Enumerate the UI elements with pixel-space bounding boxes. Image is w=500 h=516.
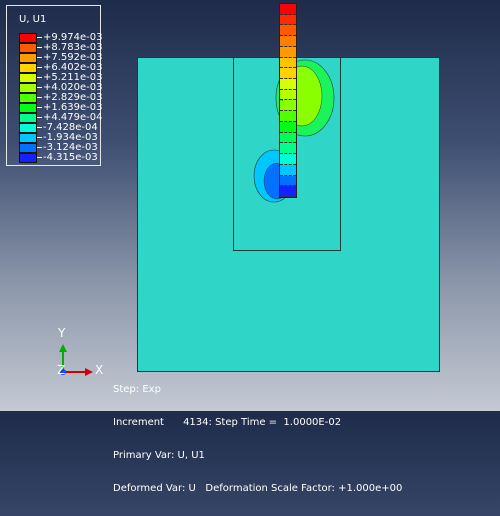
primary-var-value: U, U1 xyxy=(177,450,205,461)
rod-element xyxy=(280,79,296,90)
rod-element xyxy=(280,46,296,58)
axis-triad: Y Z X xyxy=(45,320,115,390)
rod-element xyxy=(280,164,296,176)
rod-element xyxy=(280,14,296,26)
rod-element xyxy=(280,111,296,122)
axis-y-label: Y xyxy=(58,326,66,340)
rod-element xyxy=(280,68,296,80)
rod-element xyxy=(280,100,296,112)
rod-element xyxy=(280,186,296,197)
step-time-label: Step Time = xyxy=(215,417,278,428)
deformed-rod[interactable] xyxy=(279,3,297,198)
rod-element xyxy=(280,25,296,37)
axis-x-label: X xyxy=(95,363,104,377)
step-value: Exp xyxy=(142,384,161,395)
deformed-var-label: Deformed Var: xyxy=(113,483,186,494)
rod-element xyxy=(280,4,296,15)
scale-factor-label: Deformation Scale Factor: xyxy=(205,483,335,494)
step-label: Step: xyxy=(113,384,140,395)
deformed-var-value: U xyxy=(188,483,196,494)
rod-element xyxy=(280,175,296,187)
axis-z-label: Z xyxy=(57,363,66,377)
rod-element xyxy=(280,132,296,144)
rod-element xyxy=(280,121,296,133)
scale-factor-value: +1.000e+00 xyxy=(338,483,403,494)
rod-element xyxy=(280,36,296,47)
increment-value: 4134: xyxy=(183,417,212,428)
rod-element xyxy=(280,154,296,165)
rod-element xyxy=(280,57,296,69)
step-time-value: 1.0000E-02 xyxy=(283,417,342,428)
primary-var-label: Primary Var: xyxy=(113,450,175,461)
step-info: Step: Exp Increment 4134: Step Time = 1.… xyxy=(113,362,402,516)
rod-element xyxy=(280,143,296,155)
rod-element xyxy=(280,89,296,101)
increment-label: Increment xyxy=(113,417,164,428)
model-viewport[interactable]: U, U1 +9.974e-03 +8.783e-03 +7.592e-03 +6.4… xyxy=(0,0,500,494)
